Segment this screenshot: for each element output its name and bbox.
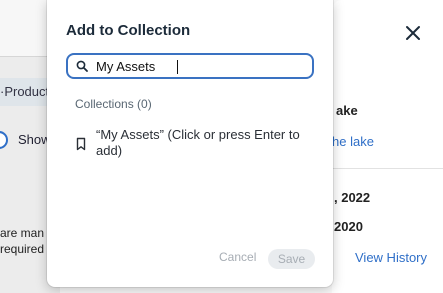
text-caret: [177, 60, 178, 74]
bookmark-icon: [76, 137, 86, 151]
date-value-1: , 2022: [334, 190, 371, 205]
lake-link[interactable]: he lake: [332, 134, 374, 149]
show-toggle-label: Show: [18, 132, 51, 147]
close-icon: [406, 26, 420, 40]
search-field[interactable]: [66, 53, 314, 79]
cancel-button[interactable]: Cancel: [219, 250, 256, 264]
lake-title: ake: [336, 103, 358, 118]
search-icon: [76, 60, 88, 72]
background-right-panel: ake he lake , 2022 2020 View History: [332, 0, 443, 293]
create-collection-text: “My Assets” (Click or press Enter to add…: [96, 127, 300, 158]
save-button[interactable]: Save: [268, 249, 315, 269]
right-divider: [332, 168, 443, 169]
add-to-collection-dialog: Add to Collection Collections (0) “My As…: [47, 0, 333, 287]
background-note-line1: are man: [0, 226, 45, 240]
date-value-2: 2020: [334, 219, 363, 234]
view-history-link[interactable]: View History: [355, 250, 427, 265]
dialog-title: Add to Collection: [66, 22, 191, 39]
show-toggle[interactable]: [0, 131, 8, 149]
close-button[interactable]: [404, 24, 422, 42]
search-input[interactable]: [96, 58, 296, 74]
collections-count-label: Collections (0): [75, 97, 152, 111]
create-collection-option[interactable]: “My Assets” (Click or press Enter to add…: [75, 127, 315, 159]
background-note-line2: required: [0, 242, 45, 256]
